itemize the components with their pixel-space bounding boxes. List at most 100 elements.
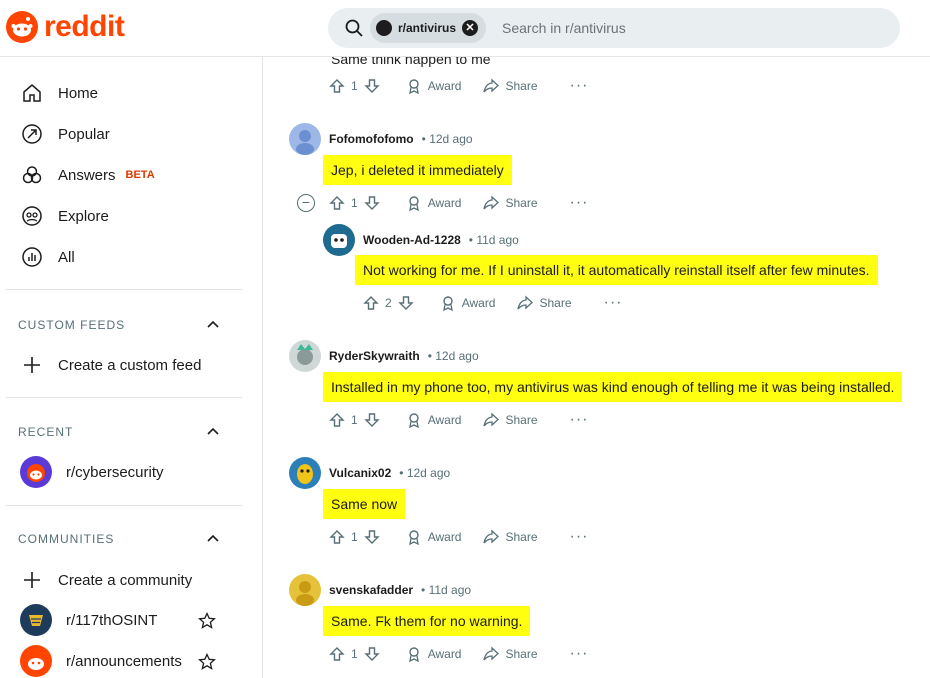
username-link[interactable]: svenskafadder — [329, 583, 413, 597]
award-icon — [406, 646, 422, 662]
username-link[interactable]: Fofomofofomo — [329, 132, 414, 146]
comment-age-value: 11d ago — [428, 583, 472, 597]
award-label: Award — [427, 530, 462, 544]
create-custom-feed-button[interactable]: Create a custom feed — [20, 353, 201, 377]
more-options-icon[interactable]: ··· — [570, 528, 589, 546]
star-icon[interactable] — [198, 653, 216, 671]
username-link[interactable]: Vulcanix02 — [329, 466, 391, 480]
sidebar-item-label: r/117thOSINT — [66, 611, 158, 629]
create-custom-feed-label: Create a custom feed — [58, 356, 202, 374]
sidebar-item-117thosint[interactable]: r/117thOSINT — [20, 604, 157, 636]
share-button[interactable]: Share — [517, 295, 572, 311]
comment-age-value: 12d ago — [406, 466, 451, 480]
upvote-icon[interactable] — [329, 78, 345, 94]
search-bar[interactable]: r/antivirus ✕ Search in r/antivirus — [328, 8, 900, 48]
collapse-thread-icon[interactable]: − — [297, 194, 315, 212]
vote-count: 1 — [351, 647, 358, 661]
comment-age: • 12d ago — [399, 466, 451, 480]
star-icon[interactable] — [198, 612, 216, 630]
username-link[interactable]: RyderSkywraith — [329, 349, 420, 363]
close-icon[interactable]: ✕ — [462, 20, 479, 36]
plus-icon — [20, 353, 44, 377]
share-label: Share — [505, 530, 538, 544]
share-button[interactable]: Share — [483, 529, 538, 545]
sidebar-item-explore[interactable]: Explore — [20, 204, 109, 228]
comment-header: svenskafadder • 11d ago — [289, 574, 471, 606]
search-input[interactable]: Search in r/antivirus — [502, 20, 626, 36]
share-button[interactable]: Share — [483, 78, 538, 94]
award-button[interactable]: Award — [406, 646, 462, 662]
sidebar-item-label: Answers — [58, 166, 116, 184]
comment-age: • 12d ago — [427, 349, 479, 363]
recent-heading[interactable]: RECENT — [18, 425, 73, 439]
more-options-icon[interactable]: ··· — [570, 645, 589, 663]
share-button[interactable]: Share — [483, 195, 538, 211]
user-avatar[interactable] — [289, 123, 321, 155]
more-options-icon[interactable]: ··· — [570, 194, 589, 212]
downvote-icon[interactable] — [397, 295, 414, 311]
username-link[interactable]: Wooden-Ad-1228 — [363, 233, 461, 247]
share-label: Share — [505, 196, 538, 210]
sidebar-item-popular[interactable]: Popular — [20, 122, 110, 146]
award-icon — [406, 529, 422, 545]
logo-wordmark: reddit — [44, 10, 125, 43]
award-button[interactable]: Award — [406, 78, 461, 94]
sidebar-item-home[interactable]: Home — [20, 81, 98, 105]
user-avatar[interactable] — [289, 574, 321, 606]
comment-actions: 1 Award Share ··· — [329, 77, 589, 95]
downvote-icon[interactable] — [363, 195, 380, 211]
reddit-logo[interactable]: reddit — [6, 10, 125, 44]
chip-label: r/antivirus — [398, 21, 457, 35]
comment-age: • 11d ago — [468, 233, 519, 247]
chevron-up-icon[interactable] — [206, 426, 220, 436]
sidebar-item-label: Popular — [58, 125, 110, 143]
share-icon — [483, 646, 500, 662]
sidebar-item-answers[interactable]: Answers BETA — [20, 163, 155, 187]
award-icon — [406, 412, 422, 428]
upvote-icon[interactable] — [329, 529, 345, 545]
share-label: Share — [505, 79, 538, 93]
chevron-up-icon[interactable] — [206, 319, 220, 329]
upvote-icon[interactable] — [329, 412, 345, 428]
search-icon — [344, 18, 364, 38]
user-avatar[interactable] — [289, 457, 321, 489]
create-community-button[interactable]: Create a community — [20, 568, 192, 592]
comment-text: Same now — [323, 489, 406, 519]
upvote-icon[interactable] — [329, 195, 345, 211]
user-avatar[interactable] — [289, 340, 321, 372]
communities-heading[interactable]: COMMUNITIES — [18, 532, 114, 546]
share-button[interactable]: Share — [483, 412, 538, 428]
chevron-up-icon[interactable] — [206, 533, 220, 543]
subreddit-search-chip[interactable]: r/antivirus ✕ — [370, 13, 487, 43]
more-options-icon[interactable]: ··· — [570, 411, 589, 429]
more-options-icon[interactable]: ··· — [604, 294, 623, 312]
upvote-icon[interactable] — [363, 295, 379, 311]
sidebar-item-label: All — [58, 248, 75, 266]
sidebar-divider — [6, 505, 242, 506]
award-button[interactable]: Award — [406, 529, 462, 545]
downvote-icon[interactable] — [363, 78, 380, 94]
downvote-icon[interactable] — [363, 412, 380, 428]
comment-actions: 1 Award Share ··· — [329, 411, 589, 429]
custom-feeds-heading[interactable]: CUSTOM FEEDS — [18, 318, 125, 332]
comment-text: Jep, i deleted it immediately — [323, 155, 512, 185]
award-button[interactable]: Award — [406, 412, 461, 428]
share-button[interactable]: Share — [483, 646, 538, 662]
upvote-icon[interactable] — [329, 646, 345, 662]
more-options-icon[interactable]: ··· — [570, 77, 589, 95]
user-avatar[interactable] — [323, 224, 355, 256]
sidebar-item-cybersecurity[interactable]: r/cybersecurity — [20, 456, 164, 488]
reddit-snoo-icon — [6, 11, 38, 43]
award-button[interactable]: Award — [440, 295, 495, 311]
award-button[interactable]: Award — [406, 195, 461, 211]
downvote-icon[interactable] — [363, 646, 380, 662]
comment-text-partial: Same think happen to me — [331, 57, 491, 67]
award-label: Award — [427, 647, 462, 661]
vote-count: 1 — [351, 196, 358, 210]
sidebar-item-all[interactable]: All — [20, 245, 75, 269]
sidebar-item-announcements[interactable]: r/announcements — [20, 645, 182, 677]
downvote-icon[interactable] — [363, 529, 380, 545]
vote-count: 1 — [351, 530, 358, 544]
home-icon — [20, 81, 44, 105]
comment-age-value: 12d ago — [435, 349, 479, 363]
